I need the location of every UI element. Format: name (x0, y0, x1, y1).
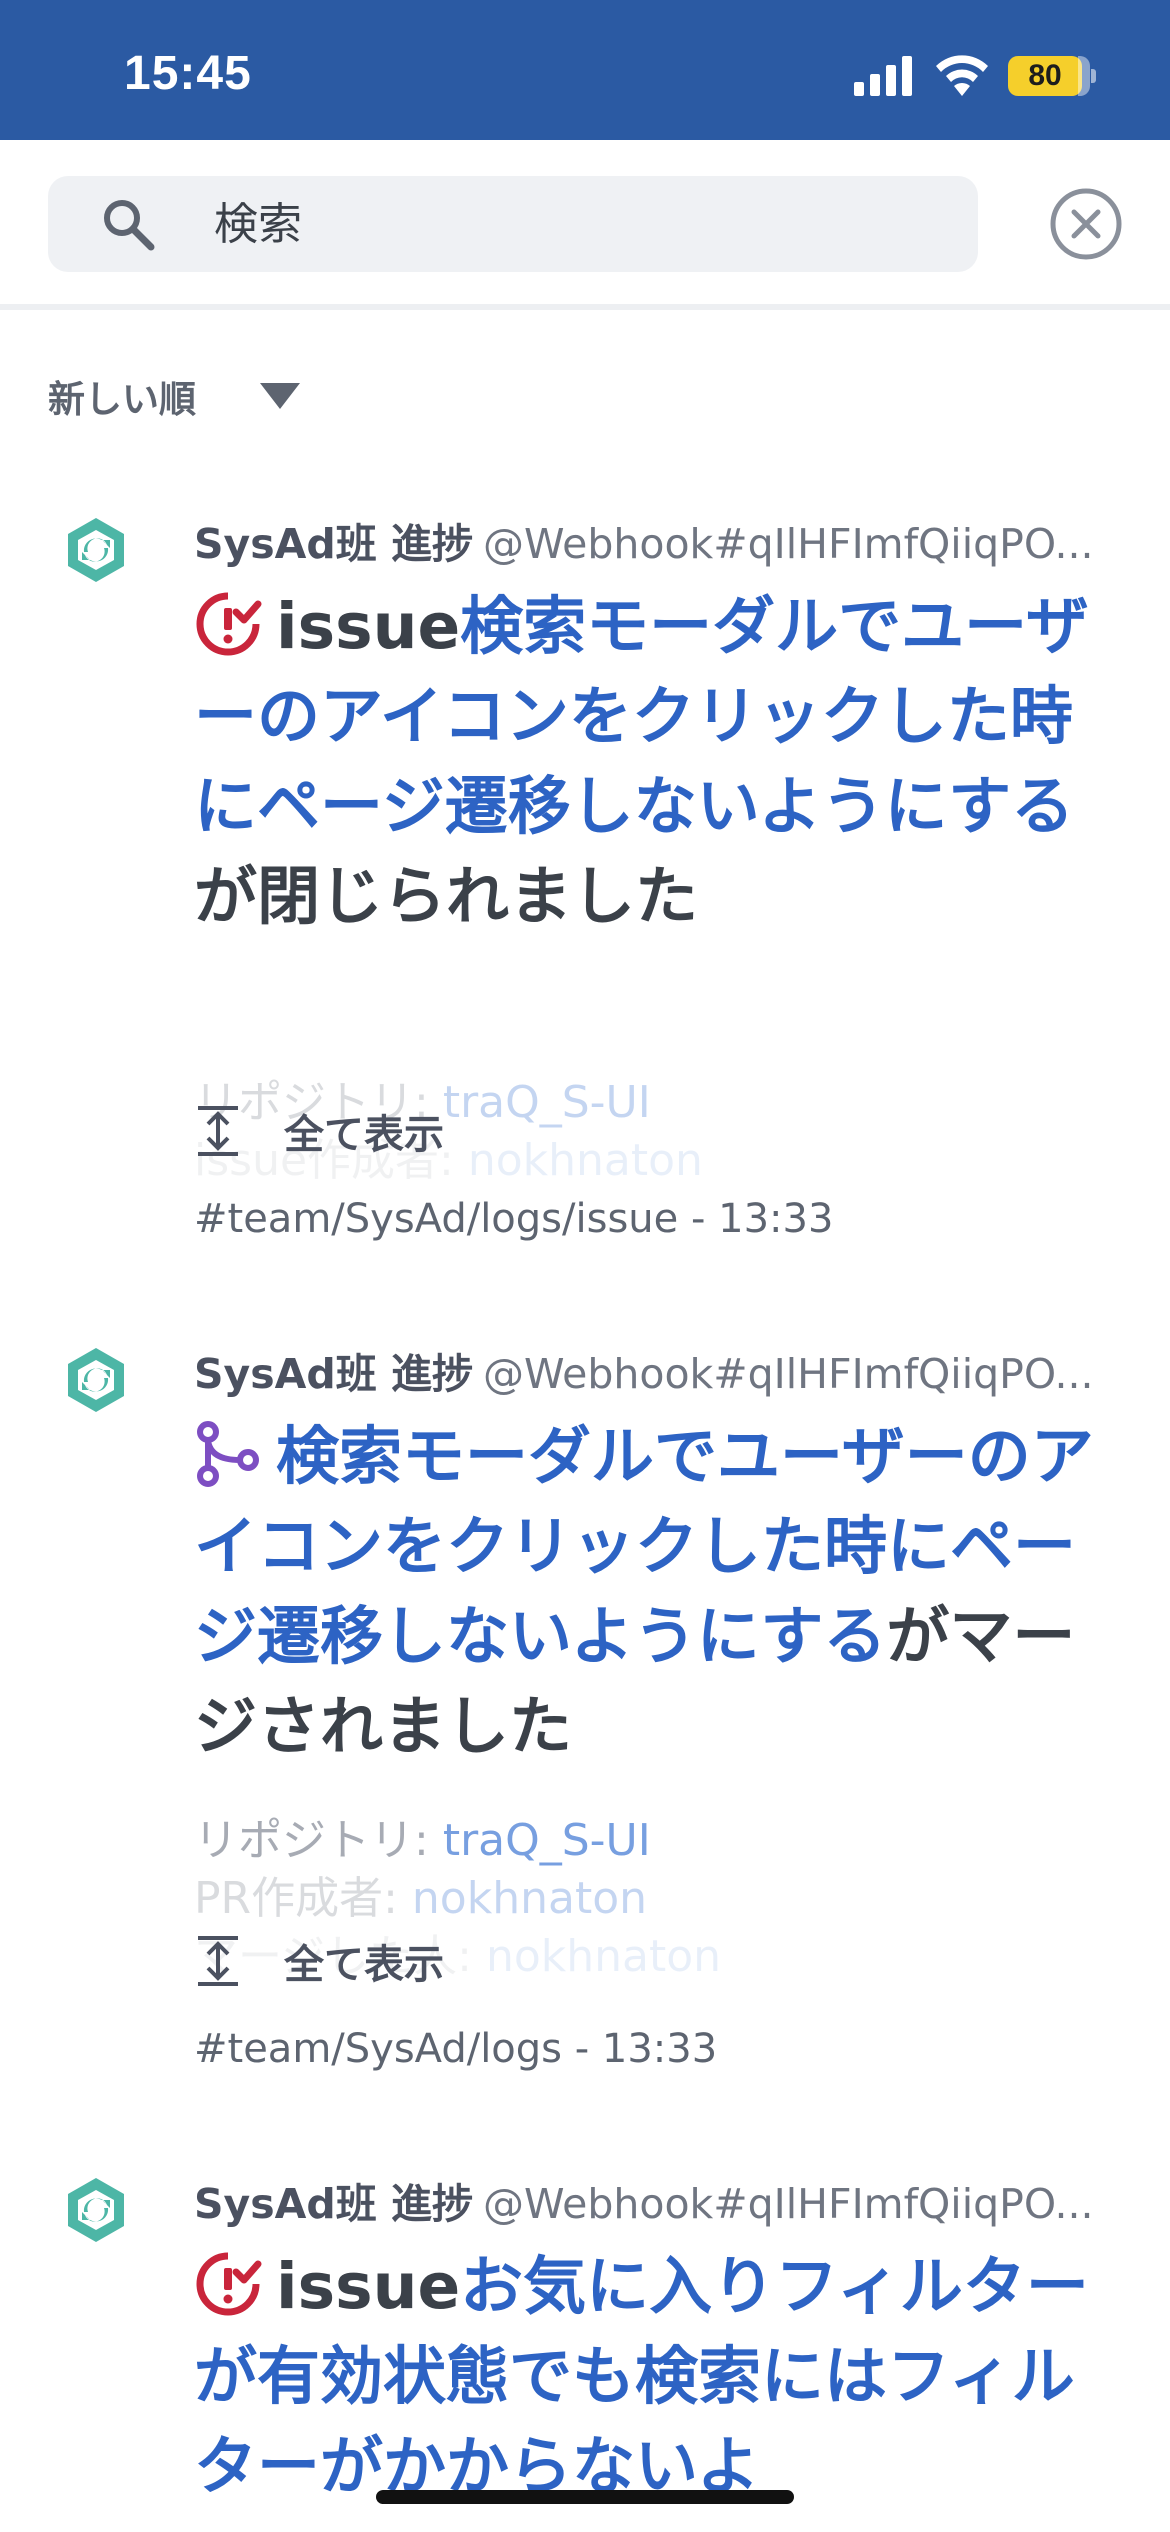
user-name[interactable]: SysAd班 進捗 (194, 1350, 473, 1398)
close-circle-icon[interactable] (1046, 184, 1126, 264)
search-header (0, 140, 1170, 310)
user-id: @Webhook#qIlHFImfQiiqPO... (483, 520, 1094, 568)
message-header: SysAd班 進捗 @Webhook#qIlHFImfQiiqPO... (194, 510, 1114, 570)
message-content: issue検索モーダルでユーザーのアイコンをクリックした時にページ遷移しないよう… (194, 582, 1124, 942)
search-icon (104, 200, 155, 251)
message-header: SysAd班 進捗 @Webhook#qIlHFImfQiiqPO... (194, 2170, 1114, 2230)
search-result-item[interactable]: SysAd班 進捗 @Webhook#qIlHFImfQiiqPO... 検索モー… (0, 1310, 1170, 2090)
wifi-icon (936, 55, 988, 96)
issue-closed-icon (196, 592, 262, 656)
webhook-avatar-icon (68, 2178, 124, 2242)
sort-label: 新しい順 (48, 378, 196, 421)
expand-icon (198, 1936, 238, 1986)
search-box[interactable] (48, 176, 978, 272)
message-header: SysAd班 進捗 @Webhook#qIlHFImfQiiqPO... (194, 1340, 1114, 1400)
message-time: 13:33 (601, 2026, 718, 2072)
title-prefix: issue (276, 2250, 461, 2323)
home-indicator (376, 2490, 794, 2504)
title-prefix: issue (276, 590, 461, 663)
user-id: @Webhook#qIlHFImfQiiqPO... (483, 1350, 1094, 1398)
message-content: 検索モーダルでユーザーのアイコンをクリックした時にページ遷移しないようにするがマ… (194, 1412, 1124, 1772)
title-suffix: が閉じられました (194, 860, 698, 933)
channel-meta[interactable]: #team/SysAd/logs - 13:33 (194, 2026, 717, 2072)
status-time: 15:45 (124, 47, 252, 100)
battery-icon: 80 (1008, 56, 1096, 96)
show-all-label: 全て表示 (284, 1942, 444, 1988)
channel-path: #team/SysAd/logs/issue (194, 1196, 679, 1242)
channel-meta[interactable]: #team/SysAd/logs/issue - 13:33 (194, 1196, 833, 1242)
user-id: @Webhook#qIlHFImfQiiqPO... (483, 2180, 1094, 2228)
message-content: issueお気に入りフィルターが有効状態でも検索にはフィルターがかからないよ (194, 2242, 1124, 2512)
search-result-item[interactable]: SysAd班 進捗 @Webhook#qIlHFImfQiiqPO... issu… (0, 2140, 1170, 2532)
expand-icon (198, 1106, 238, 1156)
webhook-avatar-icon (68, 1348, 124, 1412)
detail-line: リポジトリ: traQ_S-UI (194, 1815, 651, 1866)
show-all-label: 全て表示 (284, 1112, 444, 1158)
status-bar: 15:45 80 (0, 0, 1170, 140)
user-name[interactable]: SysAd班 進捗 (194, 520, 473, 568)
caret-down-icon (260, 383, 300, 409)
signal-icon (854, 56, 912, 96)
channel-path: #team/SysAd/logs (194, 2026, 563, 2072)
show-all-button[interactable]: 全て表示 (194, 1926, 444, 1996)
user-name[interactable]: SysAd班 進捗 (194, 2180, 473, 2228)
issue-closed-icon (196, 2252, 262, 2316)
pull-request-merged-icon (197, 1421, 259, 1487)
webhook-avatar-icon (68, 518, 124, 582)
detail-line: PR作成者: nokhnaton (194, 1873, 648, 1924)
show-all-button[interactable]: 全て表示 (194, 1096, 444, 1166)
sort-selector[interactable]: 新しい順 (48, 366, 302, 426)
battery-level: 80 (1028, 59, 1062, 92)
search-input[interactable] (214, 190, 934, 258)
search-result-item[interactable]: SysAd班 進捗 @Webhook#qIlHFImfQiiqPO... issu… (0, 480, 1170, 1260)
message-time: 13:33 (718, 1196, 834, 1242)
